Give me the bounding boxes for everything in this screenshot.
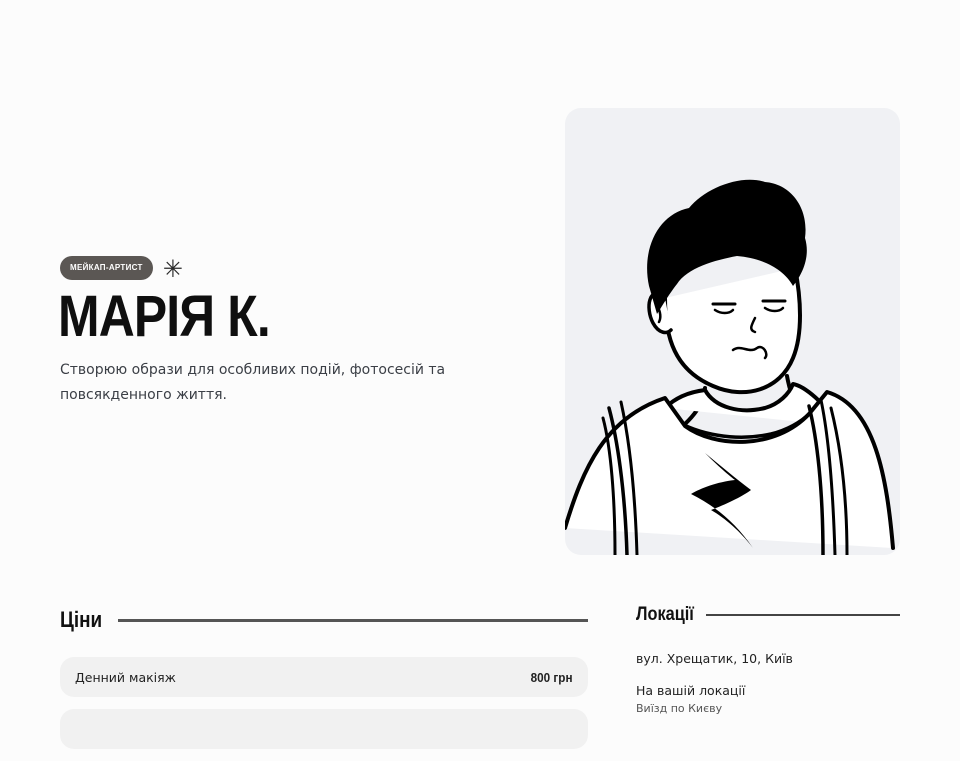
location-title: На вашій локації <box>636 683 746 698</box>
portrait-card <box>565 108 900 555</box>
price-row[interactable] <box>60 709 588 749</box>
locations-header: Локації <box>636 604 900 626</box>
locations-divider <box>706 614 900 616</box>
hero-badge-row: МЕЙКАП-АРТИСТ ✳ <box>60 255 183 281</box>
location-item: На вашій локації Виїзд по Києву <box>636 682 900 716</box>
locations-title: Локації <box>636 604 694 625</box>
prices-divider <box>118 618 588 622</box>
asterisk-icon: ✳ <box>162 255 183 283</box>
price-amount: 800 грн <box>531 669 573 685</box>
location-title: вул. Хрещатик, 10, Київ <box>636 651 793 666</box>
location-list: вул. Хрещатик, 10, Київ На вашій локації… <box>636 650 900 730</box>
artist-name: МАРІЯ К. <box>58 284 271 349</box>
price-row[interactable]: Денний макіяж 800 грн <box>60 657 588 697</box>
price-service-name: Денний макіяж <box>75 669 176 685</box>
prices-title: Ціни <box>60 607 103 632</box>
price-list: Денний макіяж 800 грн <box>60 657 588 761</box>
role-badge: МЕЙКАП-АРТИСТ <box>60 256 153 280</box>
hero-tagline: Створюю образи для особливих подій, фото… <box>60 362 446 403</box>
prices-header: Ціни <box>60 607 588 633</box>
portrait-illustration-icon <box>565 179 895 555</box>
location-item: вул. Хрещатик, 10, Київ <box>636 650 900 668</box>
location-subtitle: Виїзд по Києву <box>636 702 723 715</box>
